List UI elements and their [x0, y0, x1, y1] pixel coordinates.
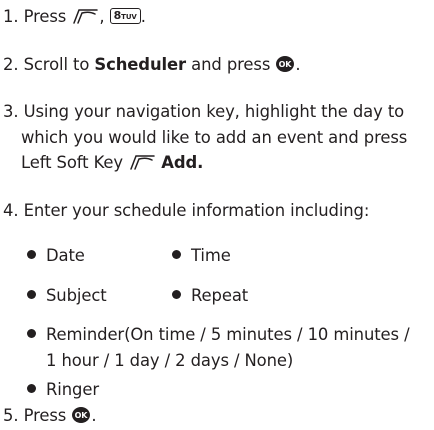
step-text: .: [91, 406, 97, 425]
left-soft-key-icon: [73, 8, 99, 24]
step-text: Press: [23, 7, 67, 26]
bullet-text: Time: [191, 246, 231, 265]
ok-key-icon: OK: [72, 406, 91, 423]
step-text: Left Soft Key: [21, 153, 124, 172]
step-text: which you would like to add an event and…: [21, 127, 408, 147]
key-8-letters: TUV: [121, 12, 137, 21]
bullet-item: Date: [27, 243, 85, 269]
step-text: .: [295, 55, 301, 74]
svg-text:OK: OK: [75, 411, 89, 420]
bullet-text: Ringer: [46, 380, 99, 399]
bullet-dot: [27, 290, 36, 299]
step-3: 3. Using your navigation key, highlight …: [3, 99, 407, 176]
step-number: 3.: [3, 102, 19, 121]
step-text: ,: [99, 7, 105, 26]
bullet-text: 1 hour / 1 day / 2 days / None): [46, 350, 294, 370]
bullet-dot: [27, 384, 36, 393]
bullet-item: Repeat: [172, 283, 248, 309]
step-text: Scroll to: [23, 55, 90, 74]
bullet-line: Reminder(On time / 5 minutes / 10 minute…: [27, 322, 410, 348]
bullet-dot: [27, 250, 36, 259]
step-text: and press: [191, 55, 271, 74]
bullet-item-reminder: Reminder(On time / 5 minutes / 10 minute…: [27, 322, 410, 373]
step-text: Enter your schedule information includin…: [23, 201, 370, 220]
step-number: 5.: [3, 406, 19, 425]
step-4: 4. Enter your schedule information inclu…: [3, 198, 369, 224]
step-number: 4.: [3, 201, 19, 220]
svg-text:OK: OK: [279, 60, 293, 69]
bullet-text: Reminder(On time / 5 minutes / 10 minute…: [46, 325, 410, 344]
bullet-item: Subject: [27, 283, 107, 309]
bullet-item: Time: [172, 243, 231, 269]
bullet-text: Repeat: [191, 286, 249, 305]
step-number: 2.: [3, 55, 19, 74]
bullet-dot: [27, 329, 36, 338]
step-text: Using your navigation key, highlight the…: [23, 102, 405, 121]
menu-item-scheduler: Scheduler: [94, 55, 187, 74]
bullet-item: Ringer: [27, 377, 99, 403]
step-1: 1. Press , 8TUV.: [3, 4, 146, 30]
step-3-line-1: 3. Using your navigation key, highlight …: [3, 99, 407, 125]
bullet-dot: [172, 290, 181, 299]
instruction-page: 1. Press , 8TUV. 2. Scroll to Scheduler …: [0, 0, 434, 430]
step-text: Press: [23, 406, 67, 425]
bullet-text: Date: [46, 246, 85, 265]
bullet-dot: [172, 250, 181, 259]
ok-key-icon: OK: [276, 55, 295, 72]
step-text: .: [140, 7, 146, 26]
step-number: 1.: [3, 7, 19, 26]
step-3-line-3: Left Soft Key Add.: [3, 150, 407, 176]
left-soft-key-icon: [130, 154, 155, 170]
key-8-icon: 8TUV: [109, 7, 141, 24]
step-3-line-2: which you would like to add an event and…: [3, 125, 407, 151]
bullet-text: Subject: [46, 286, 107, 305]
bullet-line: 1 hour / 1 day / 2 days / None): [27, 348, 410, 374]
step-5: 5. Press OK .: [3, 403, 97, 429]
step-2: 2. Scroll to Scheduler and press OK .: [3, 52, 301, 78]
add-label: Add.: [161, 153, 204, 172]
